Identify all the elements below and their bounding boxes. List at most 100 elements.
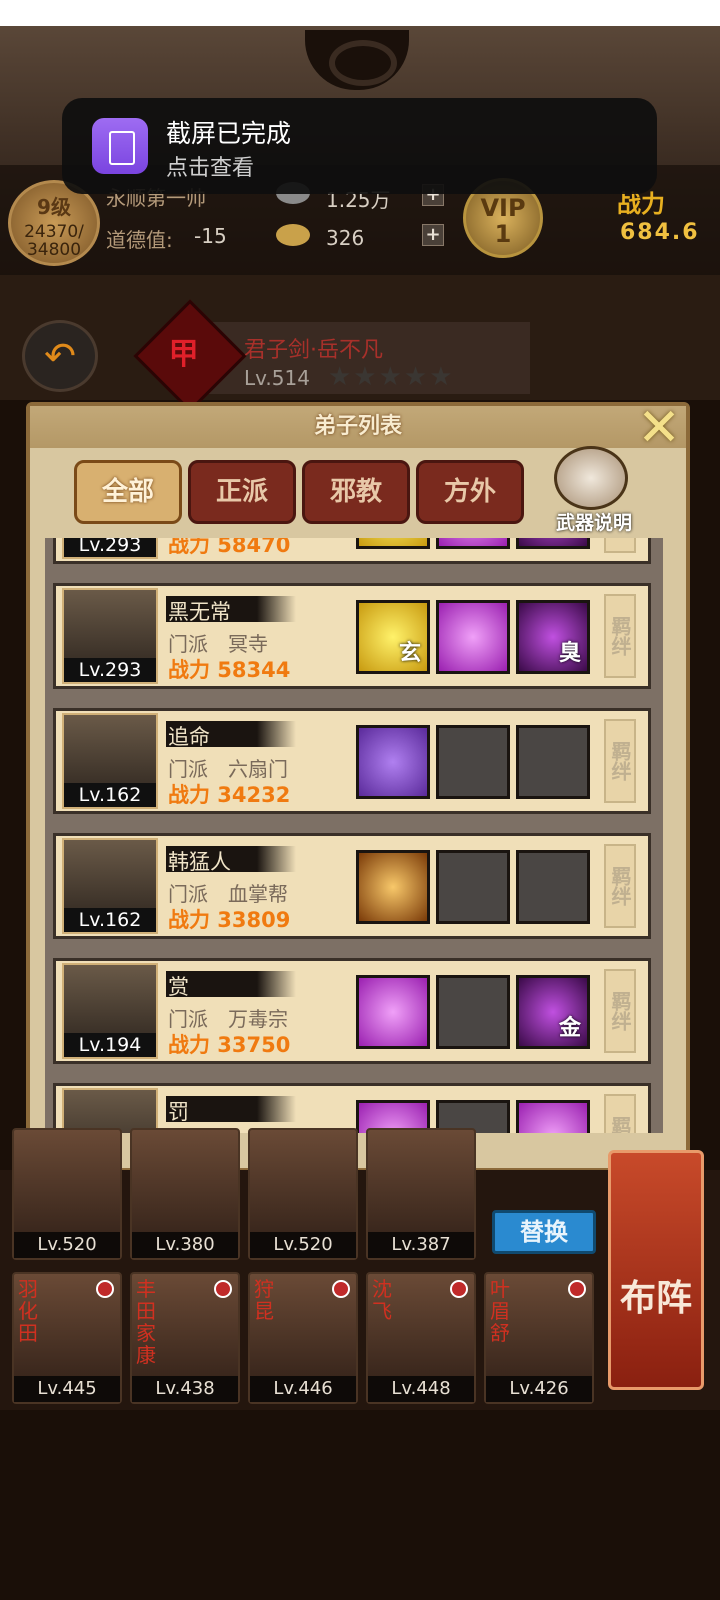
skill-slot[interactable]: [436, 538, 510, 549]
hero-rank-text: 甲: [168, 337, 199, 373]
disciple-sect: 门派 血掌帮: [168, 882, 288, 906]
card-level: Lv.380: [132, 1232, 238, 1258]
game-screen: 9级 24370/ 34800 永顺第一帅 道德值: -15 1.25万 + 3…: [0, 0, 720, 1600]
morality-value: -15: [194, 224, 227, 248]
disciple-sect: 门派 六扇门: [168, 757, 288, 781]
hero-name: 君子剑·岳不凡: [244, 338, 383, 363]
disciple-level: Lv.162: [64, 783, 156, 807]
skill-slot[interactable]: [516, 1100, 590, 1133]
bond-button[interactable]: 羁绊: [604, 594, 636, 678]
weapon-info-button[interactable]: 武器说明: [548, 446, 640, 534]
disciple-name: 罚: [168, 1100, 189, 1124]
skill-slot[interactable]: 玄: [356, 600, 430, 674]
bond-button[interactable]: 羁绊: [604, 538, 636, 553]
back-arrow-icon[interactable]: ↶: [22, 320, 98, 392]
skill-slot[interactable]: [356, 975, 430, 1049]
empty-skill-slot[interactable]: [436, 725, 510, 799]
team-card[interactable]: Lv.520: [248, 1128, 358, 1260]
disciple-power: 战力 33809: [168, 908, 291, 932]
list-item[interactable]: Lv.293 黑无常 门派 冥寺 战力 58344 玄 臭 羁绊: [53, 583, 651, 689]
disciple-power: 战力 34232: [168, 783, 291, 807]
disciple-name: 韩猛人: [168, 850, 231, 874]
team-card[interactable]: Lv.387: [366, 1128, 476, 1260]
list-item[interactable]: Lv.162 追命 门派 六扇门 战力 34232 羁绊: [53, 708, 651, 814]
bond-button[interactable]: 羁绊: [604, 969, 636, 1053]
disciple-power: 战力 58470: [168, 538, 291, 557]
card-name: 羽化田: [18, 1277, 38, 1345]
empty-skill-slot[interactable]: [516, 850, 590, 924]
gold-icon: [276, 224, 310, 246]
skill-slot[interactable]: [356, 725, 430, 799]
bond-button[interactable]: 羁绊: [604, 1094, 636, 1133]
empty-skill-slot[interactable]: [436, 850, 510, 924]
gallery-icon: [92, 118, 148, 174]
skill-slot[interactable]: [516, 538, 590, 549]
card-level: Lv.520: [14, 1232, 120, 1258]
morality-label: 道德值:: [106, 228, 173, 252]
empty-skill-slot[interactable]: [436, 975, 510, 1049]
disciple-portrait: Lv.162: [62, 838, 158, 934]
card-name: 狩昆: [254, 1277, 274, 1323]
team-card[interactable]: 羽化田 Lv.445: [12, 1272, 122, 1404]
weapon-icon: [554, 446, 628, 510]
notification-title: 截屏已完成: [166, 119, 292, 148]
skill-tag: 玄: [398, 641, 421, 666]
disciple-power: 战力 58344: [168, 658, 291, 682]
card-name: 沈飞: [372, 1277, 392, 1323]
screenshot-notification[interactable]: 截屏已完成 点击查看: [62, 98, 657, 194]
gold-amount: 326: [326, 226, 365, 250]
list-item[interactable]: 罚 羁绊: [53, 1083, 651, 1133]
bond-button[interactable]: 羁绊: [604, 719, 636, 803]
disciple-portrait: [62, 1088, 158, 1133]
disciple-level: Lv.293: [64, 538, 156, 557]
notification-subtitle: 点击查看: [166, 156, 255, 181]
disciple-level: Lv.194: [64, 1033, 156, 1057]
disciple-level: Lv.293: [64, 658, 156, 682]
notification-dot: [332, 1280, 350, 1298]
disciple-sect: 门派 冥寺: [168, 632, 268, 656]
disciple-portrait: Lv.293: [62, 538, 158, 559]
tab-all[interactable]: 全部: [74, 460, 182, 524]
player-level: 9级: [37, 195, 71, 219]
team-card[interactable]: 丰田家康 Lv.438: [130, 1272, 240, 1404]
skill-slot[interactable]: 金: [516, 975, 590, 1049]
list-item[interactable]: Lv.293 战力 58470 羁绊: [53, 538, 651, 564]
notification-dot: [214, 1280, 232, 1298]
tab-righteous[interactable]: 正派: [188, 460, 296, 524]
empty-skill-slot[interactable]: [516, 725, 590, 799]
team-card[interactable]: 叶眉舒 Lv.426: [484, 1272, 594, 1404]
skill-slot[interactable]: 臭: [516, 600, 590, 674]
player-exp: 24370/ 34800: [24, 222, 84, 260]
skill-slot[interactable]: [356, 850, 430, 924]
disciple-level: Lv.162: [64, 908, 156, 932]
weapon-info-label: 武器说明: [555, 512, 632, 534]
replace-button[interactable]: 替换: [492, 1210, 596, 1254]
card-level: Lv.520: [250, 1232, 356, 1258]
skill-slot[interactable]: [436, 600, 510, 674]
card-level: Lv.387: [368, 1232, 474, 1258]
tab-outsider[interactable]: 方外: [416, 460, 524, 524]
disciple-list[interactable]: Lv.293 战力 58470 羁绊 Lv.293 黑无常 门派 冥寺 战力 5…: [45, 538, 663, 1133]
floor-background: [0, 1410, 720, 1600]
add-gold-button[interactable]: +: [422, 224, 444, 246]
tab-evil[interactable]: 邪教: [302, 460, 410, 524]
disciple-name: 赏: [168, 975, 189, 999]
card-level: Lv.448: [368, 1376, 474, 1402]
hero-stars: ★★★★★: [328, 362, 455, 392]
list-item[interactable]: Lv.194 赏 门派 万毒宗 战力 33750 金 羁绊: [53, 958, 651, 1064]
skill-slot[interactable]: [356, 538, 430, 549]
list-item[interactable]: Lv.162 韩猛人 门派 血掌帮 战力 33809 羁绊: [53, 833, 651, 939]
bond-button[interactable]: 羁绊: [604, 844, 636, 928]
formation-button[interactable]: 布阵: [608, 1150, 704, 1390]
disciple-sect: 门派 万毒宗: [168, 1007, 288, 1031]
team-card[interactable]: Lv.520: [12, 1128, 122, 1260]
team-card[interactable]: Lv.380: [130, 1128, 240, 1260]
disciple-portrait: Lv.162: [62, 713, 158, 809]
team-card[interactable]: 狩昆 Lv.446: [248, 1272, 358, 1404]
disciple-name: 黑无常: [168, 600, 231, 624]
team-card[interactable]: 沈飞 Lv.448: [366, 1272, 476, 1404]
notification-dot: [96, 1280, 114, 1298]
skill-tag: 臭: [558, 641, 581, 666]
card-level: Lv.445: [14, 1376, 120, 1402]
card-name: 叶眉舒: [490, 1277, 510, 1345]
